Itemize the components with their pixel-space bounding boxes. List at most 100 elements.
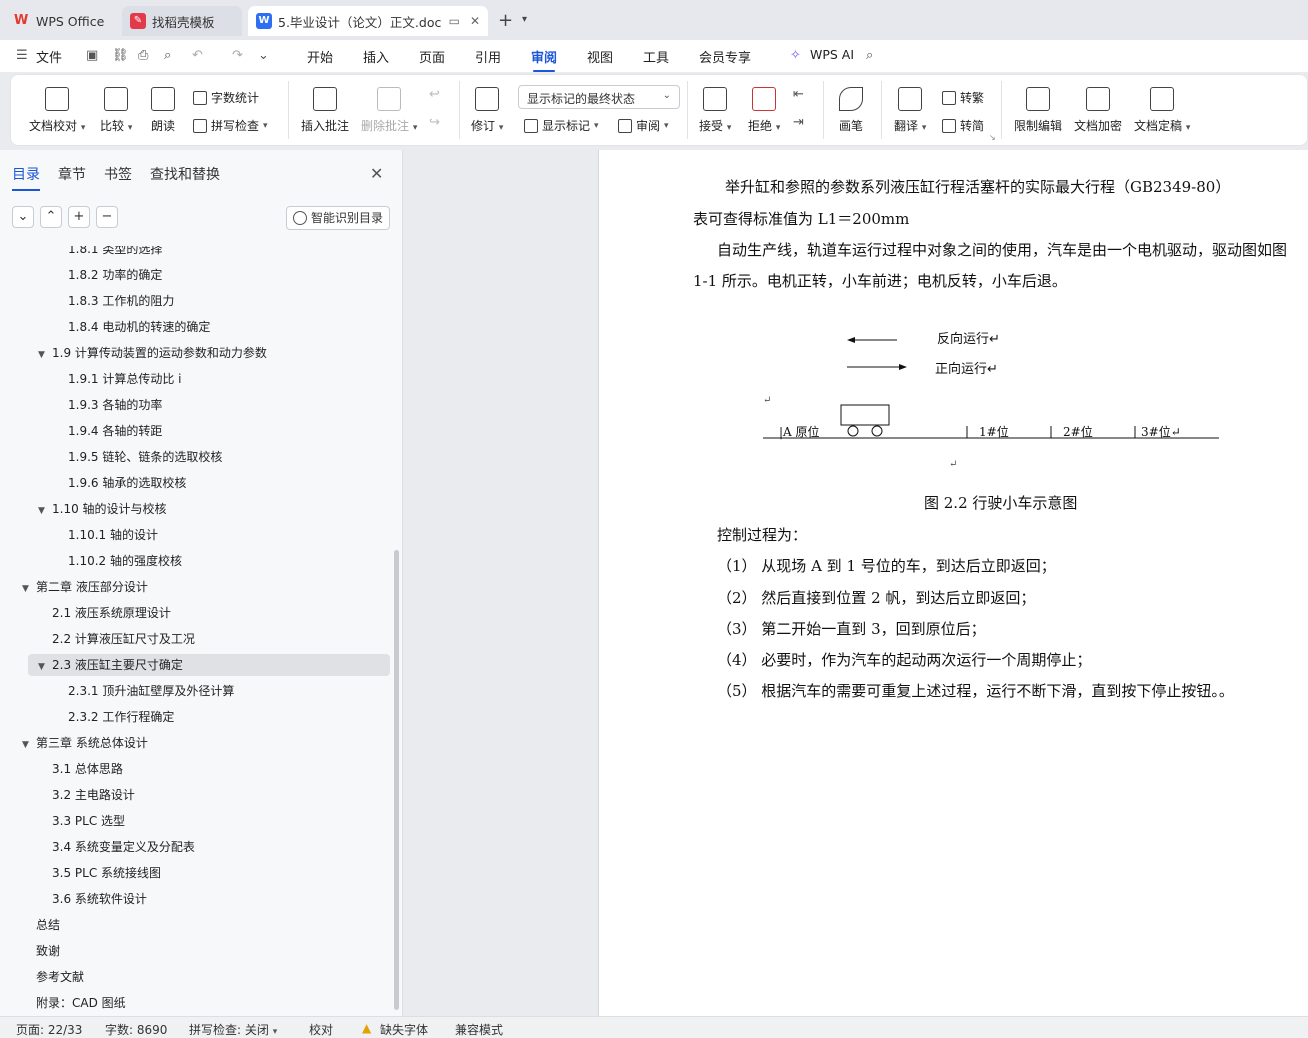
toc-item[interactable]: 2.2 计算液压缸尺寸及工况 [52,628,195,650]
menu-insert[interactable]: 插入 [363,47,389,66]
menu-start[interactable]: 开始 [307,47,333,66]
encrypt-button[interactable]: 文档加密 [1074,87,1122,134]
toc-item[interactable]: 3.4 系统变量定义及分配表 [52,836,195,858]
toc-item[interactable]: 参考文献 [36,966,84,988]
redo-icon[interactable]: ↷ [232,48,243,63]
menu-page[interactable]: 页面 [419,47,445,66]
toc-item[interactable]: ▼ 第三章 系统总体设计 [22,732,148,754]
insert-comment-button[interactable]: 插入批注 [301,87,349,134]
toc-scrollbar[interactable] [394,550,399,1010]
toc-item[interactable]: ▼ 1.10 轴的设计与校核 [38,498,167,520]
page-indicator[interactable]: 页面: 22/33 [16,1021,82,1038]
chevron-up-icon[interactable]: ⌃ [40,206,62,228]
pen-button[interactable]: 画笔 [839,87,863,134]
compare-button[interactable]: 比较 ▾ [100,87,132,134]
toc-item[interactable]: 2.1 液压系统原理设计 [52,602,171,624]
toc-item[interactable]: 1.9.4 各轴的转距 [68,420,162,442]
new-tab-icon[interactable]: + [498,10,513,31]
menu-wps-ai[interactable]: WPS AI [810,47,854,62]
delete-comment-button[interactable]: 删除批注 ▾ [361,87,417,134]
expand-group-icon[interactable]: ↘ [989,133,996,142]
toc-item[interactable]: ▼ 第二章 液压部分设计 [22,576,148,598]
finalize-button[interactable]: 文档定稿 ▾ [1134,87,1190,134]
more-chevron-icon[interactable]: ⌄ [258,48,269,63]
menu-review[interactable]: 审阅 [531,47,557,72]
toc-item[interactable]: 1.10.1 轴的设计 [68,524,158,546]
show-markup-button[interactable]: 显示标记 ▾ [524,117,599,134]
nav-tab-find-replace[interactable]: 查找和替换 [150,164,220,184]
menu-vip[interactable]: 会员专享 [699,47,751,66]
link-icon[interactable]: ⛓ [112,48,129,63]
toc-item[interactable]: ▼ 2.3 液压缸主要尺寸确定 [28,654,390,676]
toc-item[interactable]: 1.8.2 功率的确定 [68,264,162,286]
undo-icon[interactable]: ↶ [192,48,203,63]
accept-button[interactable]: 接受 ▾ [699,87,731,134]
tab-template[interactable]: ✎ 找稻壳模板 [122,6,242,36]
toc-item[interactable]: 3.6 系统软件设计 [52,888,147,910]
chevron-down-icon[interactable]: ⌄ [12,206,34,228]
expand-triangle-icon[interactable]: ▼ [38,344,52,366]
prev-change-icon[interactable]: ⇤ [793,87,804,102]
save-icon[interactable]: ▣ [86,48,98,63]
review-pane-button[interactable]: 审阅 ▾ [618,117,669,134]
expand-triangle-icon[interactable]: ▼ [22,578,36,600]
toc-item[interactable]: 3.5 PLC 系统接线图 [52,862,161,884]
toc-item[interactable]: 3.2 主电路设计 [52,784,135,806]
toc-item[interactable]: 1.8.1 类型的选择 [68,246,162,260]
document-page[interactable]: 举升缸和参照的参数系列液压缸行程活塞杆的实际最大行程（GB2349-80） 表可… [598,150,1308,1016]
menu-reference[interactable]: 引用 [475,47,501,66]
add-icon[interactable]: + [68,206,90,228]
missing-font-status[interactable]: 缺失字体 [380,1021,428,1038]
word-count[interactable]: 字数: 8690 [105,1021,167,1038]
reject-button[interactable]: 拒绝 ▾ [748,87,780,134]
toc-item[interactable]: 3.3 PLC 选型 [52,810,125,832]
expand-triangle-icon[interactable]: ▼ [22,734,36,756]
toc-item[interactable]: 2.3.2 工作行程确定 [68,706,174,728]
tab-wps-office[interactable]: W WPS Office [6,6,116,36]
menu-tools[interactable]: 工具 [643,47,669,66]
toc-item[interactable]: 致谢 [36,940,60,962]
proof-status[interactable]: 校对 [309,1021,333,1038]
spell-check-status[interactable]: 拼写检查: 关闭 ▾ [189,1021,277,1038]
toc-item[interactable]: 1.8.4 电动机的转速的确定 [68,316,210,338]
minus-icon[interactable]: − [96,206,118,228]
search-icon[interactable]: ⌕ [866,48,873,63]
translate-button[interactable]: 翻译 ▾ [894,87,926,134]
expand-triangle-icon[interactable]: ▼ [38,500,52,522]
toc-item[interactable]: 总结 [36,914,60,936]
next-change-icon[interactable]: ⇥ [793,115,804,130]
nav-tab-sections[interactable]: 章节 [58,164,86,184]
menu-view[interactable]: 视图 [587,47,613,66]
prev-comment-icon[interactable]: ↩ [429,87,440,102]
tab-document[interactable]: W 5.毕业设计（论文）正文.doc ▭ ✕ [248,6,488,36]
track-changes-button[interactable]: 修订 ▾ [471,87,503,134]
toc-item[interactable]: 1.8.3 工作机的阻力 [68,290,174,312]
toc-item[interactable]: 2.3.1 顶升油缸壁厚及外径计算 [68,680,234,702]
doc-proof-button[interactable]: 文档校对 ▾ [29,87,85,134]
to-traditional-button[interactable]: 转繁 [942,89,984,106]
print-preview-icon[interactable]: ⌕ [164,48,171,63]
toc-item[interactable]: 1.9.1 计算总传动比 i [68,368,182,390]
hamburger-icon[interactable]: ☰ [16,48,28,63]
smart-toc-button[interactable]: 智能识别目录 [286,206,390,230]
nav-tab-bookmarks[interactable]: 书签 [104,164,132,184]
read-aloud-button[interactable]: 朗读 [151,87,175,134]
to-simplified-button[interactable]: 转简 [942,117,984,134]
nav-tab-toc[interactable]: 目录 [12,164,40,191]
menu-file[interactable]: 文件 [36,47,62,66]
restrict-edit-button[interactable]: 限制编辑 [1014,87,1062,134]
markup-state-select[interactable]: 显示标记的最终状态 ⌄ [518,85,680,109]
print-icon[interactable]: ⎙ [138,48,148,63]
toc-item[interactable]: 1.9.5 链轮、链条的选取校核 [68,446,222,468]
toc-item[interactable]: 附录：CAD 图纸 [36,992,126,1014]
expand-triangle-icon[interactable]: ▼ [38,656,52,678]
next-comment-icon[interactable]: ↪ [429,115,440,130]
toc-item[interactable]: 1.9.6 轴承的选取校核 [68,472,186,494]
tab-list-chevron-icon[interactable]: ▾ [522,14,527,25]
close-tab-icon[interactable]: ✕ [470,14,480,28]
close-icon[interactable]: ✕ [370,164,383,183]
spell-check-button[interactable]: 拼写检查 ▾ [193,117,268,134]
toc-item[interactable]: 1.9.3 各轴的功率 [68,394,162,416]
window-icon[interactable]: ▭ [449,14,460,28]
toc-item[interactable]: ▼ 1.9 计算传动装置的运动参数和动力参数 [38,342,267,364]
